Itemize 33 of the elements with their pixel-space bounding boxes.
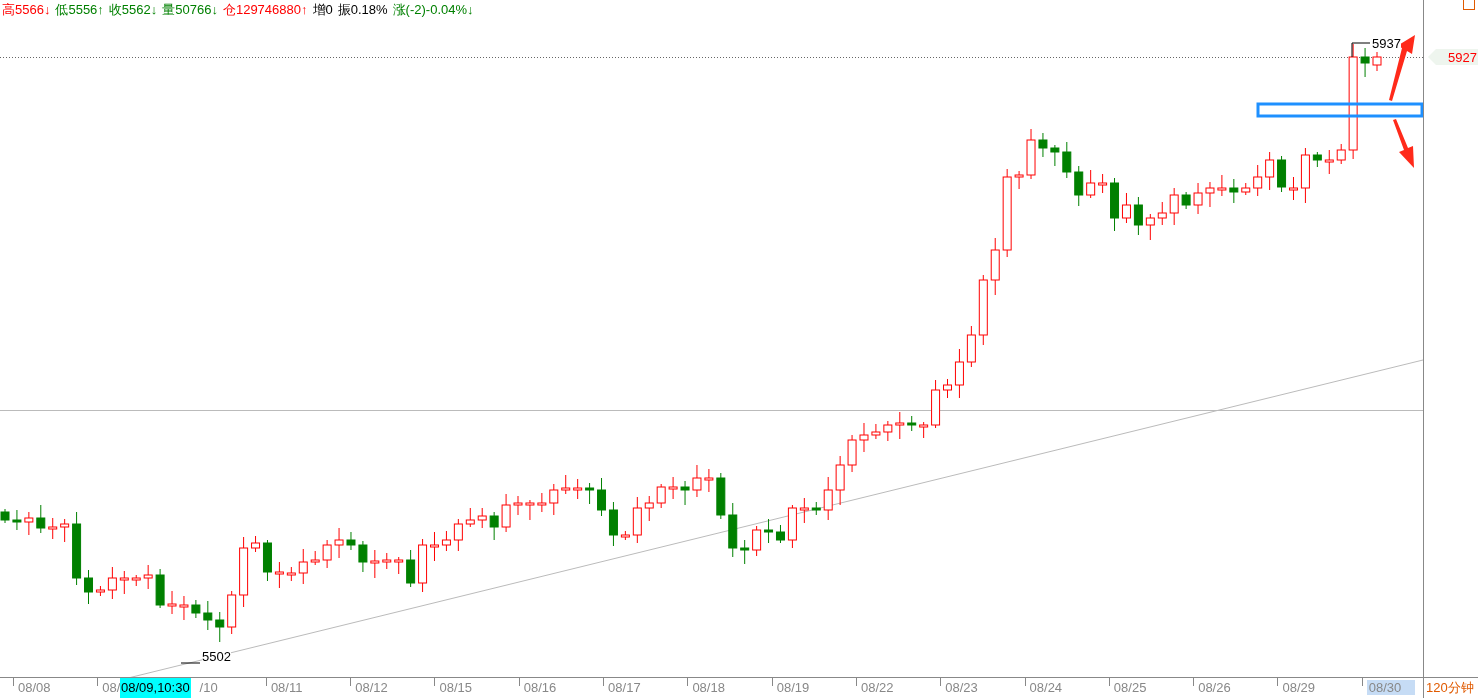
date-label: /10 xyxy=(199,680,218,695)
price-tag: 5927 xyxy=(1428,49,1478,65)
quote-field: 量50766↓ xyxy=(162,1,218,19)
date-label: 08/23 xyxy=(945,680,978,695)
date-label: 08/25 xyxy=(1113,680,1147,695)
date-label: 08/30 xyxy=(1366,680,1416,695)
date-label: 08/15 xyxy=(439,680,473,695)
date-label: 08/18 xyxy=(692,680,725,695)
quote-field: 收5562↓ xyxy=(108,1,158,19)
date-label: 08/12 xyxy=(355,680,388,695)
high-price-label: 5937 xyxy=(1372,37,1401,51)
date-label: 08/08 xyxy=(18,680,51,695)
low-price-label: 5502 xyxy=(202,650,231,664)
date-label: 08/19 xyxy=(776,680,810,695)
date-label: 08/26 xyxy=(1198,680,1231,695)
date-label: 08/24 xyxy=(1029,680,1063,695)
date-label: 08/16 xyxy=(523,680,557,695)
leader-line xyxy=(1351,42,1371,58)
cursor-time-label: 08/09,10:30 xyxy=(120,678,191,698)
leader-line xyxy=(180,662,201,664)
date-label: 08/29 xyxy=(1282,680,1315,695)
arrow-icon xyxy=(1393,119,1414,168)
date-label: 08/22 xyxy=(860,680,894,695)
quote-field: 涨(-2)-0.04%↓ xyxy=(392,1,474,19)
quote-field: 仓129746880↑ xyxy=(222,1,308,19)
quote-field: 高5566↓ xyxy=(2,1,51,19)
period-label[interactable]: 120分钟 xyxy=(1423,678,1478,698)
date-label: 08/ xyxy=(102,680,121,695)
date-label: 08/11 xyxy=(270,680,303,695)
quote-field: 增0 xyxy=(312,1,333,19)
quote-field: 低5556↑ xyxy=(55,1,104,19)
quote-field: 振0.18% xyxy=(337,1,388,19)
date-label: 08/17 xyxy=(608,680,641,695)
